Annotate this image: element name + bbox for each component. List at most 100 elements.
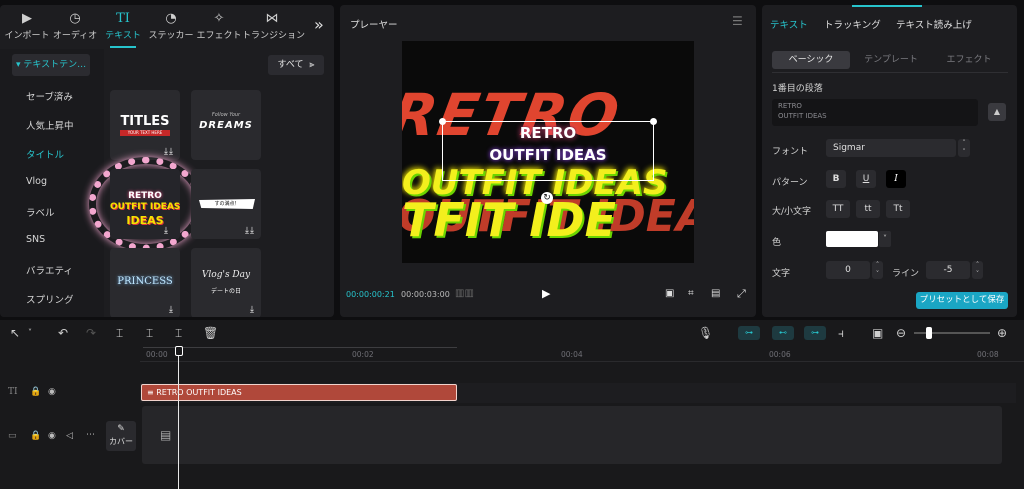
main-track-magnet-icon[interactable]: ⊶	[738, 326, 760, 340]
font-select[interactable]: Sigmar	[826, 139, 956, 157]
case-upper-button[interactable]: TT	[826, 200, 850, 218]
tab-sticker[interactable]: ◔ ステッカー	[146, 11, 196, 43]
text-selection-box[interactable]: RETRO OUTFIT IDEAS	[439, 118, 657, 181]
color-dropdown-icon[interactable]: ˅	[879, 231, 891, 247]
tab-effect[interactable]: ✧ エフェクト	[194, 11, 244, 43]
char-stepper-icon[interactable]: ˄ ˅	[872, 261, 883, 279]
playhead-handle[interactable]	[175, 346, 183, 356]
ruler-line	[140, 361, 1024, 362]
inspector-tab-tts[interactable]: テキスト読み上げ	[896, 17, 972, 31]
text-expand-button[interactable]: ▲	[988, 103, 1006, 121]
color-swatch[interactable]	[826, 231, 878, 247]
delete-icon[interactable]: 🗑	[203, 326, 218, 340]
category-selected[interactable]: ▾ テキストテン…	[12, 54, 90, 76]
zoom-out-icon[interactable]: ⊖	[896, 326, 906, 340]
zoom-in-icon[interactable]: ⊕	[997, 326, 1007, 340]
caption-icon[interactable]: ▣	[872, 326, 883, 340]
linkage-icon[interactable]: ⊶	[804, 326, 826, 340]
case-title-button[interactable]: Tt	[886, 200, 910, 218]
microphone-icon[interactable]: 🎙	[698, 326, 713, 340]
resize-handle-tr[interactable]	[650, 118, 657, 125]
download-icon[interactable]: ⤓	[164, 226, 168, 236]
undo-icon[interactable]: ↶	[58, 326, 68, 340]
select-dropdown-icon[interactable]: ˅	[28, 326, 32, 340]
audio-mute-icon[interactable]: ◁	[66, 431, 73, 441]
current-time: 00:00:00:21	[346, 290, 395, 299]
template-tag[interactable]: すの満点！ ⤓	[191, 169, 261, 239]
ratio-icon[interactable]: ▤	[711, 288, 720, 299]
lock-icon[interactable]: 🔒	[30, 431, 41, 441]
font-stepper-icon[interactable]: ˄ ˅	[958, 139, 970, 157]
text-track-icon: TI	[8, 387, 18, 397]
playhead-line[interactable]	[178, 356, 179, 489]
subtab-template[interactable]: テンプレート	[852, 51, 930, 69]
template-dreams[interactable]: Follow Your DREAMS	[191, 90, 261, 160]
more-tabs-button[interactable]: »	[314, 15, 324, 34]
redo-icon[interactable]: ↷	[86, 326, 96, 340]
text-clip[interactable]: ≡ RETRO OUTFIT IDEAS	[141, 384, 457, 401]
split-icon[interactable]: ⌶	[116, 326, 123, 340]
eye-icon[interactable]: ◉	[48, 431, 56, 441]
cover-button[interactable]: ✎ カバー	[106, 421, 136, 451]
tab-audio[interactable]: ◷ オーディオ	[50, 11, 100, 43]
category-trending[interactable]: 人気上昇中	[26, 118, 74, 132]
case-label: 大/小文字	[772, 207, 812, 217]
color-label: 色	[772, 238, 782, 248]
subtab-effect[interactable]: エフェクト	[930, 51, 1008, 69]
template-titles[interactable]: TITLES YOUR TEXT HERE ⤓	[110, 90, 180, 160]
download-icon[interactable]: ⤓	[164, 147, 168, 157]
auto-snap-icon[interactable]: ⊷	[772, 326, 794, 340]
template-princess[interactable]: PRINCESS ⤓	[110, 248, 180, 317]
line-stepper-icon[interactable]: ˄ ˅	[972, 261, 983, 279]
category-spring[interactable]: スプリング	[26, 292, 74, 306]
zoom-slider-knob[interactable]	[926, 327, 932, 339]
resize-handle-tl[interactable]	[439, 118, 446, 125]
rotate-handle-icon[interactable]: ↻	[541, 192, 553, 204]
template-vlog-day[interactable]: Vlog's Day デートの日 ⤓	[191, 248, 261, 317]
preview-axis-icon[interactable]: ⫞	[838, 326, 844, 340]
split-right-icon[interactable]: ⌶	[175, 326, 182, 340]
tab-text[interactable]: TI テキスト	[98, 11, 148, 43]
save-preset-button[interactable]: プリセットとして保存	[916, 292, 1008, 309]
category-saved[interactable]: セーブ済み	[26, 89, 73, 103]
tab-transition[interactable]: ⋈ トランジション	[242, 11, 305, 43]
retro-thumb-bottom-word: IDEAS	[126, 214, 164, 227]
italic-button[interactable]: I	[886, 170, 906, 188]
category-vlog[interactable]: Vlog	[26, 176, 47, 187]
effect-icon: ✧	[213, 11, 225, 26]
scan-icon[interactable]: ⌗	[688, 288, 694, 299]
fullscreen-icon[interactable]: ⤢	[737, 287, 746, 301]
split-left-icon[interactable]: ⌶	[146, 326, 153, 340]
select-tool-icon[interactable]: ↖	[10, 326, 20, 340]
category-title[interactable]: タイトル	[26, 147, 64, 161]
download-icon[interactable]: ⤓	[245, 226, 249, 236]
case-lower-button[interactable]: tt	[856, 200, 880, 218]
tab-import[interactable]: ▶ インポート	[2, 11, 52, 43]
player-menu-icon[interactable]: ☰	[732, 14, 743, 28]
category-label[interactable]: ラベル	[26, 205, 55, 219]
download-icon[interactable]: ⤓	[166, 305, 176, 315]
subtab-basic[interactable]: ベーシック	[772, 51, 850, 69]
char-spacing-input[interactable]: 0	[826, 261, 870, 279]
more-icon[interactable]: ⋯	[86, 430, 95, 440]
bold-button[interactable]: B	[826, 170, 846, 188]
asset-panel: ▶ インポート ◷ オーディオ TI テキスト ◔ ステッカー ✧ エフェクト …	[0, 5, 334, 317]
fit-icon[interactable]: ▣	[665, 288, 674, 299]
template-retro-outfit[interactable]: RETRO OUTFIT IDEAS IDEAS	[110, 169, 180, 239]
underline-button[interactable]: U	[856, 170, 876, 188]
eye-icon[interactable]: ◉	[48, 387, 56, 397]
timeline-grid-icon[interactable]: ▥▥	[455, 288, 474, 299]
filter-button[interactable]: すべて ⫸	[268, 55, 324, 75]
category-variety[interactable]: バラエティ	[26, 263, 73, 277]
category-sns[interactable]: SNS	[26, 234, 45, 245]
inspector-tab-text[interactable]: テキスト	[770, 17, 808, 31]
download-icon[interactable]: ⤓	[247, 305, 257, 315]
inspector-tab-tracking[interactable]: トラッキング	[824, 17, 881, 31]
video-preview[interactable]: RETRO OUTFIT IDEAS OUTFIT IDEAS TFIT IDE…	[402, 41, 694, 263]
font-label: フォント	[772, 147, 809, 157]
text-content-field[interactable]: RETRO OUTFIT IDEAS	[772, 99, 978, 126]
main-track-lane[interactable]	[142, 406, 1002, 464]
play-button[interactable]: ▶	[542, 287, 550, 300]
lock-icon[interactable]: 🔒	[30, 387, 41, 397]
line-spacing-input[interactable]: -5	[926, 261, 970, 279]
